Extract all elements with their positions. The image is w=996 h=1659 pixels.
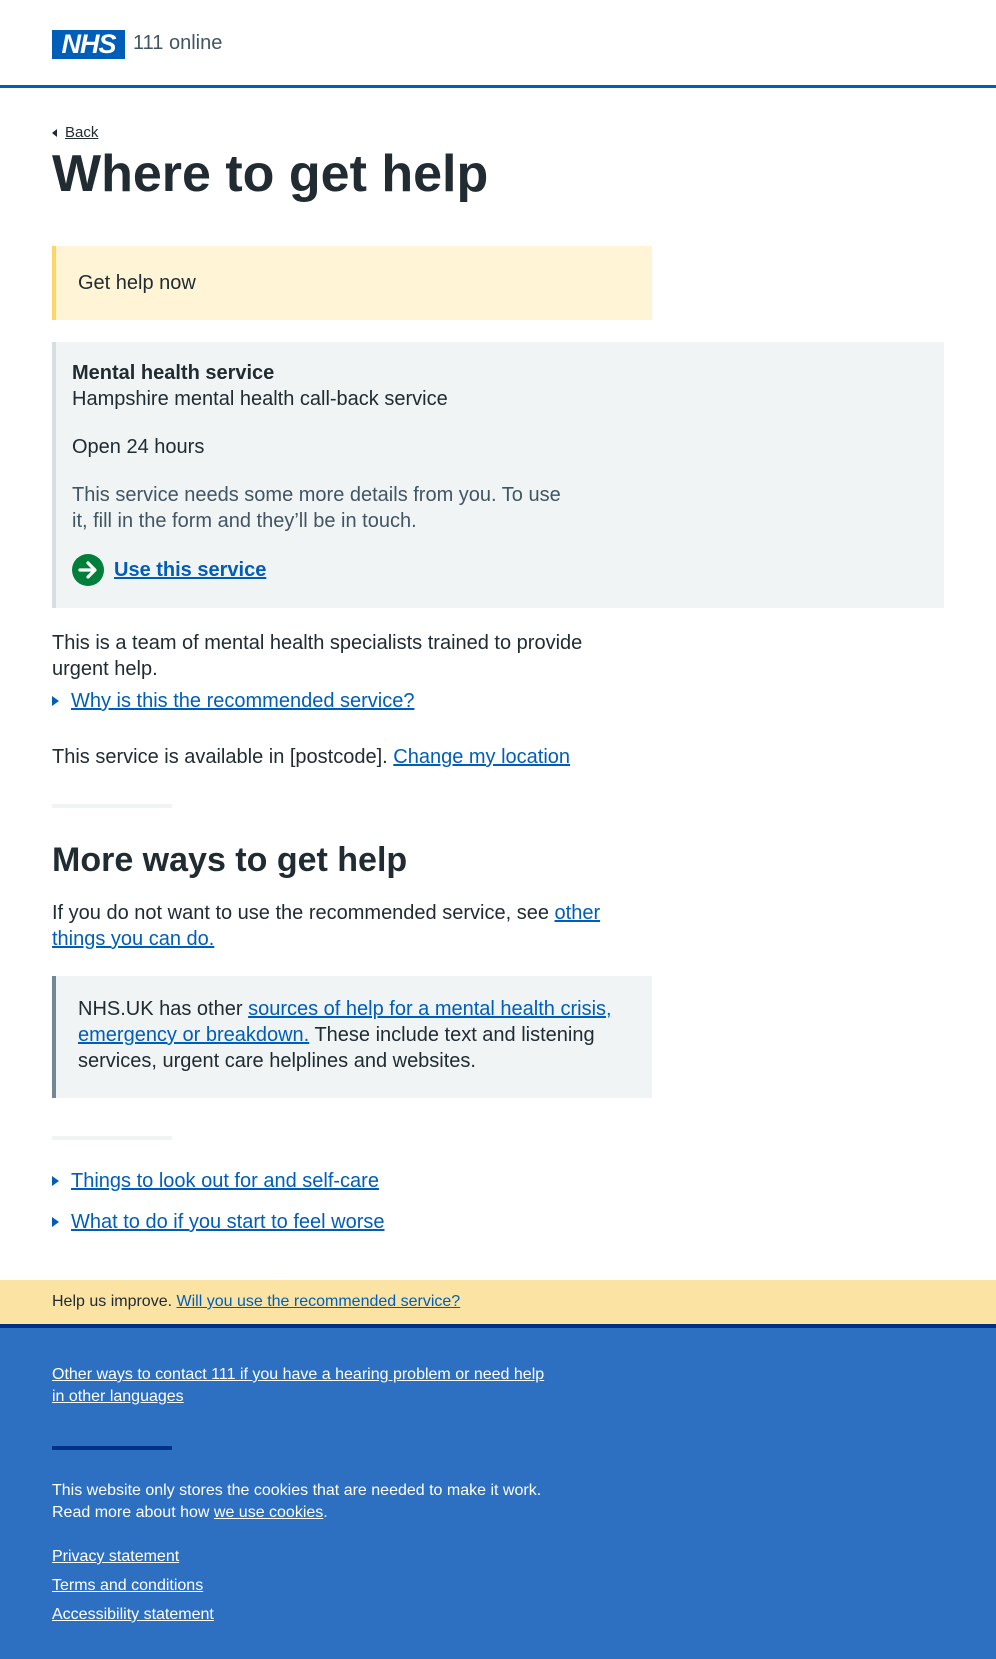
feedback-prefix: Help us improve. [52, 1293, 173, 1310]
availability-text: This service is available in [postcode].… [52, 744, 570, 770]
why-recommended-link[interactable]: Why is this the recommended service? [71, 688, 414, 714]
other-things-intro: If you do not want to use the recommende… [52, 902, 549, 924]
privacy-statement-link[interactable]: Privacy statement [52, 1548, 179, 1565]
self-care-link[interactable]: Things to look out for and self-care [71, 1168, 379, 1194]
caret-right-icon [52, 696, 59, 706]
cookies-notice: This website only stores the cookies tha… [52, 1480, 572, 1524]
footer-links: Privacy statement Terms and conditions A… [52, 1546, 214, 1633]
nhsuk-prefix: NHS.UK has other [78, 998, 243, 1020]
section-divider [52, 1136, 172, 1140]
contact-container: Other ways to contact 111 if you have a … [52, 1364, 552, 1408]
team-description: This is a team of mental health speciali… [52, 632, 583, 680]
change-location-link[interactable]: Change my location [393, 746, 570, 768]
feel-worse-details[interactable]: What to do if you start to feel worse [52, 1209, 384, 1235]
feedback-link[interactable]: Will you use the recommended service? [177, 1293, 461, 1310]
back-link[interactable]: Back [65, 124, 98, 141]
service-name-text: Hampshire mental health call-back servic… [72, 388, 448, 410]
arrow-right-circle-icon[interactable] [72, 554, 104, 586]
terms-conditions-link[interactable]: Terms and conditions [52, 1577, 203, 1594]
site-header: NHS 111 online [0, 0, 996, 88]
caret-right-icon [52, 1176, 59, 1186]
other-things-text: If you do not want to use the recommende… [52, 900, 632, 952]
feedback-banner: Help us improve. Will you use the recomm… [0, 1280, 996, 1324]
more-ways-heading: More ways to get help [52, 841, 408, 879]
use-service-link[interactable]: Use this service [114, 557, 266, 583]
opening-hours: Open 24 hours [72, 436, 205, 458]
section-divider [52, 804, 172, 808]
nhsuk-inset: NHS.UK has other sources of help for a m… [52, 976, 652, 1098]
service-card: Mental health service Hampshire mental h… [52, 342, 944, 608]
cookies-link[interactable]: we use cookies [214, 1504, 323, 1521]
feel-worse-link[interactable]: What to do if you start to feel worse [71, 1209, 384, 1235]
why-recommended-details[interactable]: Why is this the recommended service? [52, 688, 414, 714]
use-service-action[interactable]: Use this service [72, 554, 944, 586]
accessibility-statement-link[interactable]: Accessibility statement [52, 1606, 214, 1623]
page-title: Where to get help [52, 145, 489, 203]
cookies-end: . [323, 1504, 328, 1521]
nhs-logo[interactable]: NHS [52, 30, 125, 59]
get-help-now-banner: Get help now [52, 246, 652, 320]
footer-divider [52, 1446, 172, 1450]
back-link-container: Back [52, 124, 98, 141]
caret-right-icon [52, 1217, 59, 1227]
service-name: 111 online [133, 32, 223, 54]
availability-label: This service is available in [postcode]. [52, 746, 388, 768]
site-footer: Other ways to contact 111 if you have a … [0, 1324, 996, 1659]
service-description: This service needs some more details fro… [72, 484, 561, 532]
service-type: Mental health service [72, 362, 275, 384]
chevron-left-icon [52, 128, 57, 137]
other-ways-contact-link[interactable]: Other ways to contact 111 if you have a … [52, 1366, 544, 1405]
self-care-details[interactable]: Things to look out for and self-care [52, 1168, 379, 1194]
